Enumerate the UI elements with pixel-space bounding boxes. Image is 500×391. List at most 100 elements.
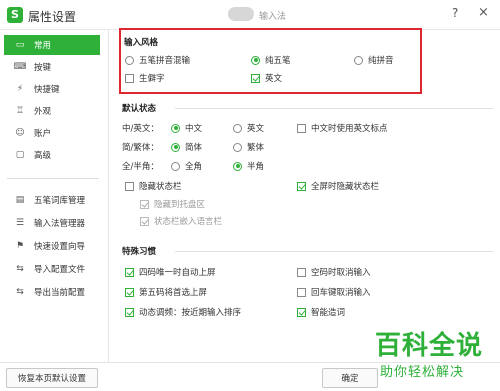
radio-simplified[interactable]: 简体 [171, 141, 202, 153]
checkbox-indicator [297, 123, 306, 133]
section-divider [175, 251, 493, 252]
radio-indicator [125, 55, 134, 65]
radio-half-width[interactable]: 半角 [233, 160, 264, 172]
radio-indicator [171, 142, 180, 152]
checkbox-label: 智能造词 [311, 308, 346, 318]
checkbox-indicator [125, 181, 134, 191]
radio-wubi-pinyin-mixed[interactable]: 五笔拼音混输 [125, 54, 190, 66]
sidebar-border [108, 30, 109, 362]
radio-pure-pinyin[interactable]: 纯拼音 [354, 54, 394, 66]
checkbox-label: 中文时使用英文标点 [311, 124, 388, 134]
checkbox-label: 空码时取消输入 [311, 268, 371, 278]
sidebar-item-label: 外观 [34, 107, 52, 117]
sidebar-tool-label: 导入配置文件 [34, 265, 86, 275]
lightning-icon: ⚡ [16, 84, 24, 94]
checkbox-indicator [251, 73, 260, 83]
window-title: 属性设置 [28, 10, 77, 24]
sidebar-item-advanced[interactable]: ▢ 高级 [4, 145, 100, 165]
radio-label: 全角 [185, 162, 203, 172]
radio-traditional[interactable]: 繁体 [233, 141, 264, 153]
checkbox-hide-to-tray[interactable]: 隐藏到托盘区 [140, 198, 205, 210]
checkbox-fifth-code-commit[interactable]: 第五码将首选上屏 [125, 286, 207, 298]
sidebar-item-label: 高级 [34, 151, 52, 161]
radio-label: 纯五笔 [265, 56, 291, 66]
sidebar-tool-label: 五笔词库管理 [34, 196, 86, 206]
shirt-icon: ♖ [15, 106, 25, 116]
radio-indicator [233, 161, 242, 171]
radio-label: 纯拼音 [368, 56, 394, 66]
flag-icon: ⚑ [15, 241, 25, 251]
sidebar-tool-label: 导出当前配置 [34, 288, 86, 298]
row-label-simp-trad: 简/繁体： [122, 143, 159, 153]
title-bar: S 属性设置 输入法 ? × [0, 0, 500, 30]
checkbox-rare-chars[interactable]: 生僻字 [125, 72, 165, 84]
radio-indicator [171, 161, 180, 171]
radio-label: 半角 [247, 162, 265, 172]
watermark-title: 百科全说 [375, 331, 484, 361]
checkbox-label: 动态调频：按近期输入排序 [139, 308, 242, 318]
keyboard-icon: ⌨ [13, 62, 27, 72]
sidebar-item-common[interactable]: ▭ 常用 [4, 35, 100, 55]
checkbox-english[interactable]: 英文 [251, 72, 282, 84]
checkbox-indicator [297, 287, 306, 297]
watermark: 百科全说 助你轻松解决 [368, 325, 496, 387]
sidebar-item-label: 账户 [34, 129, 52, 139]
checkbox-label: 四码唯一时自动上屏 [139, 268, 216, 278]
sidebar-item-shortcuts[interactable]: ⚡ 快捷键 [4, 79, 100, 99]
radio-label: 繁体 [247, 143, 265, 153]
checkbox-dynamic-frequency[interactable]: 动态调频：按近期输入排序 [125, 306, 241, 318]
checkbox-label: 状态栏嵌入语言栏 [154, 217, 223, 227]
restore-defaults-button[interactable]: 恢复本页默认设置 [6, 368, 98, 388]
sidebar-tool-quick-wizard[interactable]: ⚑ 快速设置向导 [4, 236, 100, 256]
checkbox-indicator [125, 307, 134, 317]
watermark-subtitle: 助你轻松解决 [380, 365, 465, 380]
section-title-default-state: 默认状态 [122, 104, 157, 114]
sidebar-item-appearance[interactable]: ♖ 外观 [4, 101, 100, 121]
monitor-icon: ▭ [15, 40, 25, 50]
checkbox-indicator [297, 181, 306, 191]
radio-chinese[interactable]: 中文 [171, 122, 202, 134]
checkbox-label: 全屏时隐藏状态栏 [311, 182, 380, 192]
sidebar-tool-label: 输入法管理器 [34, 219, 86, 229]
checkbox-label: 隐藏到托盘区 [154, 200, 206, 210]
radio-indicator [233, 142, 242, 152]
checkbox-auto-commit-unique[interactable]: 四码唯一时自动上屏 [125, 266, 216, 278]
radio-label: 简体 [185, 143, 203, 153]
sidebar-tool-label: 快速设置向导 [34, 242, 86, 252]
sidebar-tool-export-config[interactable]: ⇆ 导出当前配置 [4, 282, 100, 302]
sidebar-item-account[interactable]: ☺ 账户 [4, 123, 100, 143]
checkbox-label: 第五码将首选上屏 [139, 288, 208, 298]
checkbox-label: 隐藏状态栏 [139, 182, 182, 192]
row-label-full-half: 全/半角： [122, 162, 159, 172]
checkbox-indicator [140, 216, 149, 226]
window-subtitle: 输入法 [259, 12, 287, 22]
close-button[interactable]: × [478, 5, 489, 20]
checkbox-label: 生僻字 [139, 74, 165, 84]
checkbox-hide-status-bar[interactable]: 隐藏状态栏 [125, 180, 182, 192]
sidebar-tool-ime-manager[interactable]: ☰ 输入法管理器 [4, 213, 100, 233]
radio-pure-wubi[interactable]: 纯五笔 [251, 54, 291, 66]
app-logo-icon: S [7, 7, 23, 23]
radio-label: 中文 [185, 124, 203, 134]
checkbox-fullscreen-hide-status[interactable]: 全屏时隐藏状态栏 [297, 180, 379, 192]
radio-full-width[interactable]: 全角 [171, 160, 202, 172]
radio-label: 五笔拼音混输 [139, 56, 191, 66]
sidebar-tool-import-config[interactable]: ⇆ 导入配置文件 [4, 259, 100, 279]
radio-english[interactable]: 英文 [233, 122, 264, 134]
radio-indicator [233, 123, 242, 133]
sidebar-item-keys[interactable]: ⌨ 按键 [4, 57, 100, 77]
help-button[interactable]: ? [452, 6, 458, 20]
checkbox-label: 回车键取消输入 [311, 288, 371, 298]
checkbox-indicator [125, 287, 134, 297]
checkbox-smart-word[interactable]: 智能造词 [297, 306, 345, 318]
checkbox-cn-en-punct[interactable]: 中文时使用英文标点 [297, 122, 388, 134]
checkbox-empty-code-cancel[interactable]: 空码时取消输入 [297, 266, 371, 278]
radio-indicator [251, 55, 260, 65]
section-title-habits: 特殊习惯 [122, 247, 157, 257]
checkbox-indicator [125, 267, 134, 277]
row-label-cn-en: 中/英文： [122, 124, 159, 134]
checkbox-embed-language-bar[interactable]: 状态栏嵌入语言栏 [140, 215, 222, 227]
user-icon: ☺ [15, 128, 25, 138]
checkbox-enter-cancel[interactable]: 回车键取消输入 [297, 286, 371, 298]
sidebar-tool-wubi-lexicon[interactable]: ▤ 五笔词库管理 [4, 190, 100, 210]
